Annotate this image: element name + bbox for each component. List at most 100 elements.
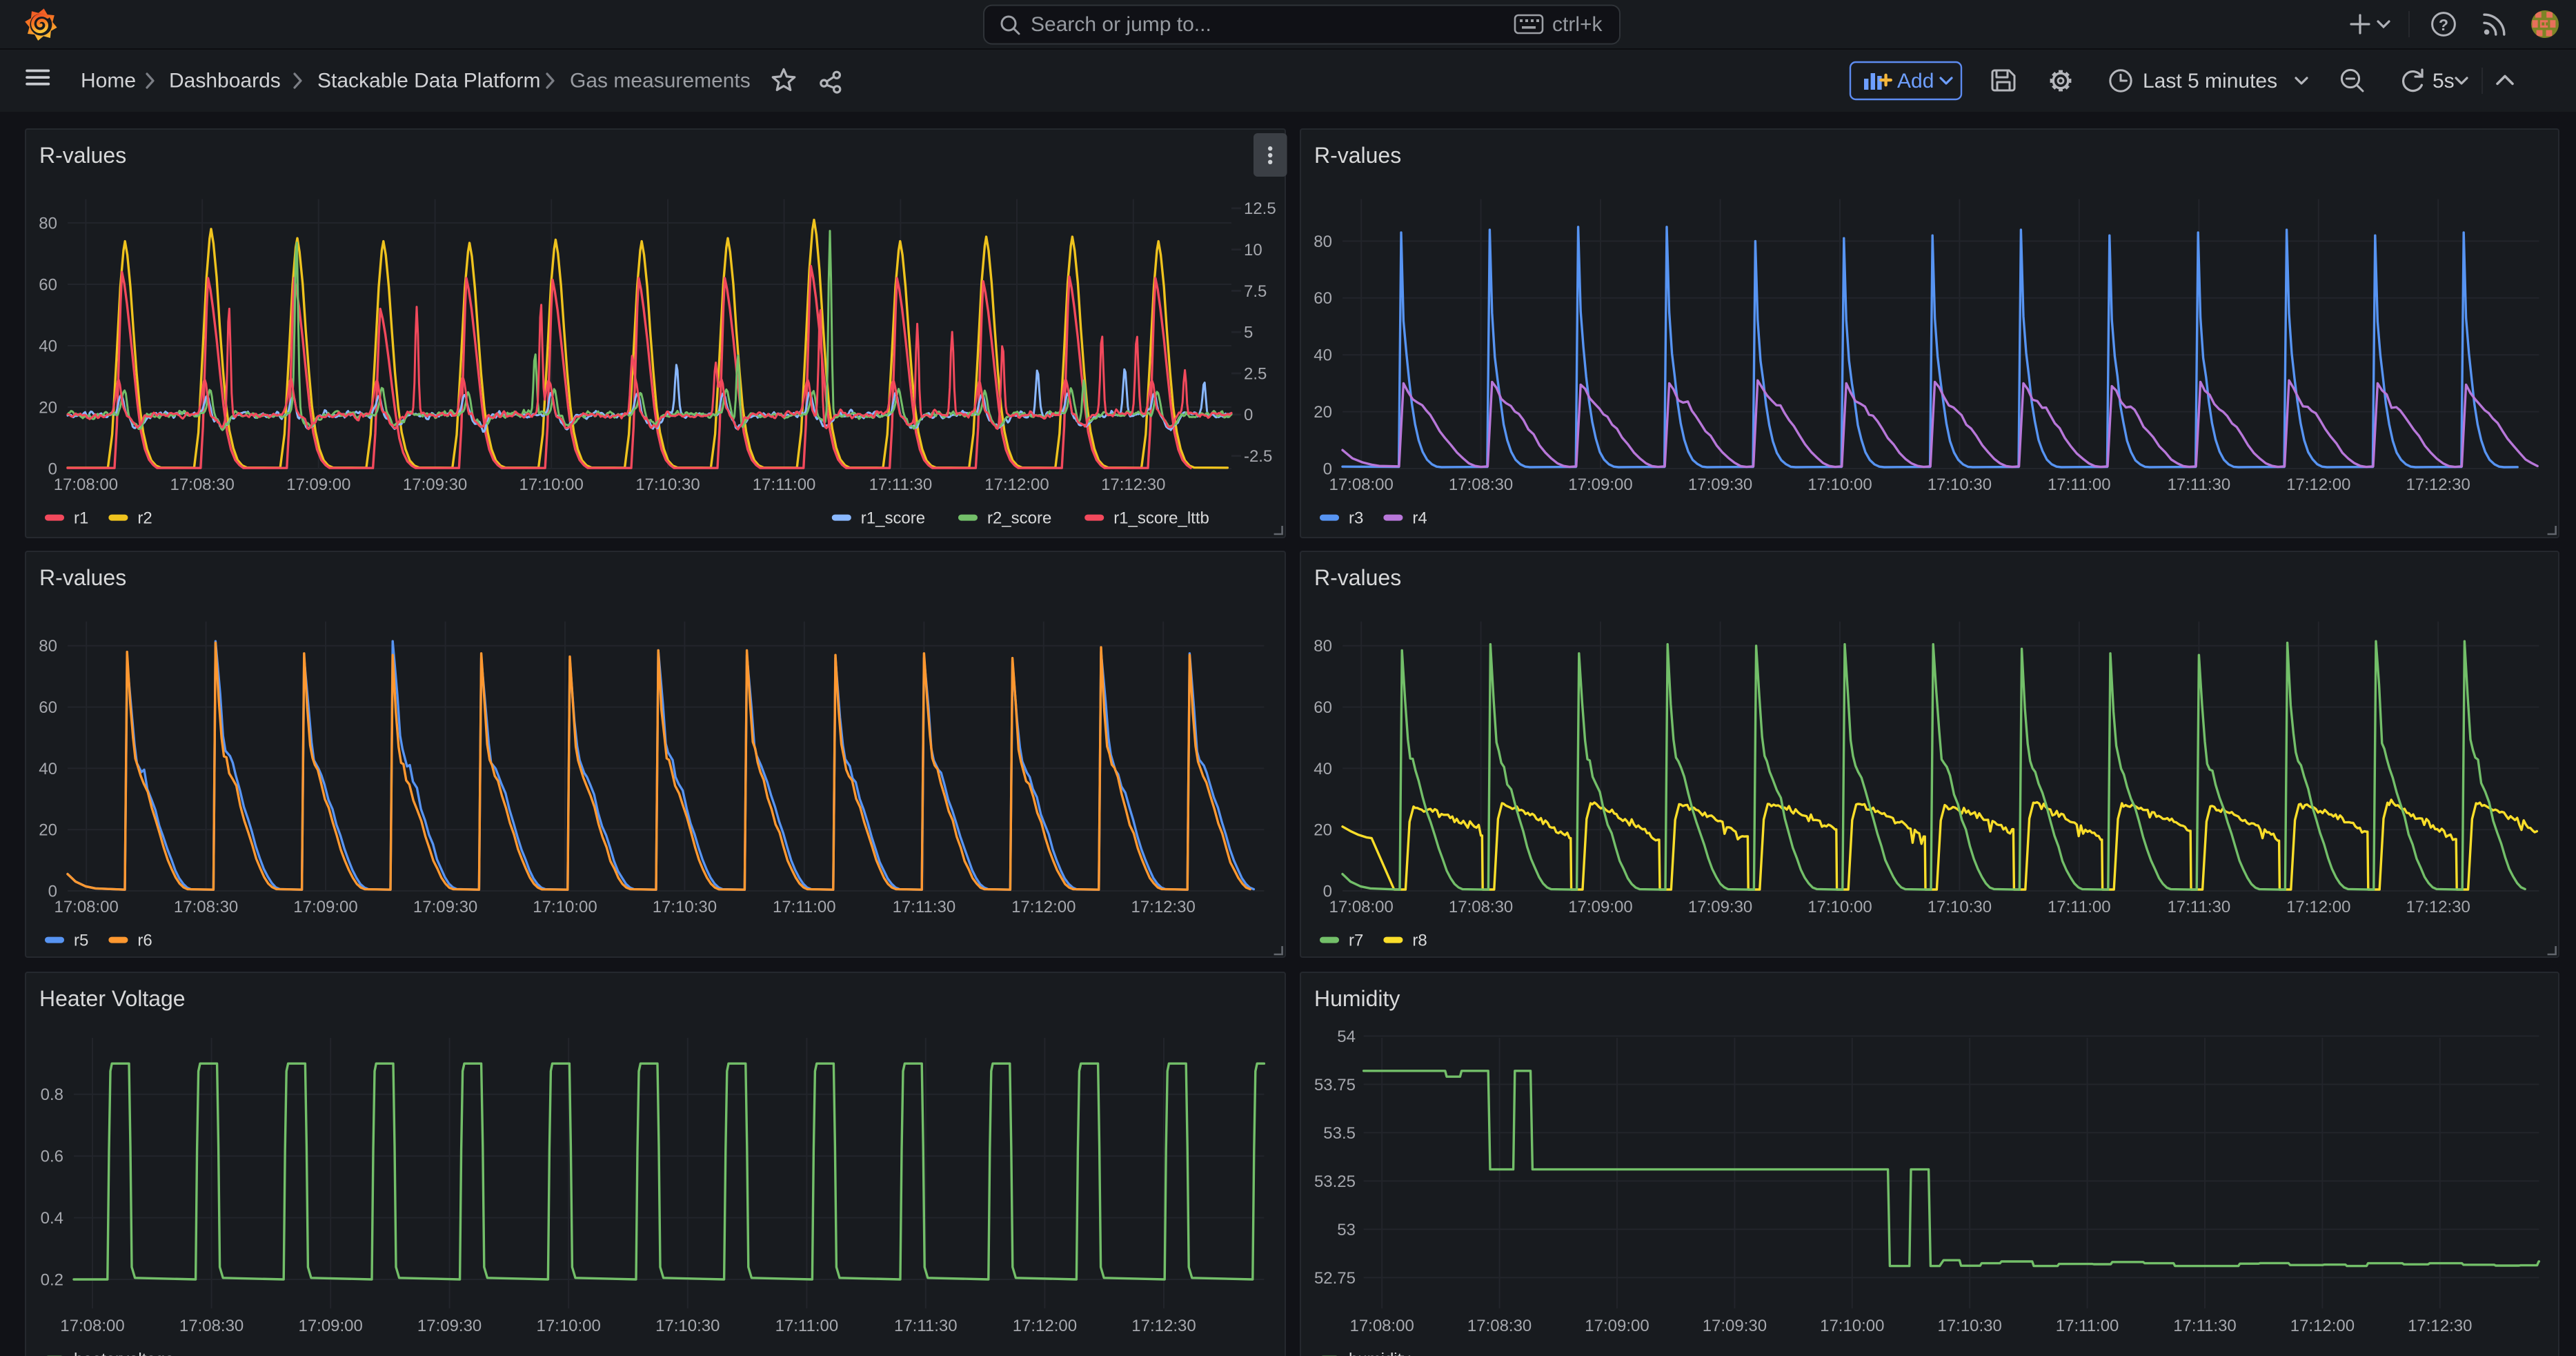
svg-text:54: 54 <box>1336 1028 1355 1046</box>
svg-text:17:09:00: 17:09:00 <box>286 475 350 494</box>
svg-text:17:11:00: 17:11:00 <box>2047 475 2110 494</box>
svg-text:40: 40 <box>1313 346 1331 365</box>
svg-text:53.75: 53.75 <box>1314 1076 1355 1094</box>
svg-text:17:11:00: 17:11:00 <box>772 897 835 916</box>
svg-text:17:11:00: 17:11:00 <box>2055 1317 2119 1335</box>
svg-text:17:11:30: 17:11:30 <box>2167 475 2230 494</box>
svg-text:17:09:00: 17:09:00 <box>293 897 357 916</box>
svg-text:17:10:30: 17:10:30 <box>655 1317 719 1335</box>
svg-text:-2.5: -2.5 <box>1243 447 1271 466</box>
svg-text:humidity: humidity <box>1348 1350 1409 1356</box>
svg-text:17:11:30: 17:11:30 <box>893 1317 957 1335</box>
svg-text:80: 80 <box>1313 636 1331 655</box>
svg-text:40: 40 <box>1313 759 1331 778</box>
svg-text:r8: r8 <box>1411 931 1426 950</box>
svg-text:17:11:00: 17:11:00 <box>752 475 815 494</box>
svg-text:60: 60 <box>1313 698 1331 716</box>
svg-text:17:09:30: 17:09:30 <box>402 475 466 494</box>
svg-text:r3: r3 <box>1348 509 1363 528</box>
svg-text:17:12:30: 17:12:30 <box>2407 1317 2471 1335</box>
svg-text:7.5: 7.5 <box>1243 282 1266 301</box>
svg-text:r2: r2 <box>137 509 151 528</box>
svg-text:17:08:00: 17:08:00 <box>53 475 117 494</box>
svg-text:Humidity: Humidity <box>1314 986 1399 1011</box>
svg-text:17:11:30: 17:11:30 <box>869 475 932 494</box>
svg-text:17:09:30: 17:09:30 <box>1702 1317 1766 1335</box>
svg-text:20: 20 <box>38 821 57 839</box>
svg-text:10: 10 <box>1243 241 1262 259</box>
svg-text:40: 40 <box>38 759 57 778</box>
svg-text:17:09:00: 17:09:00 <box>1567 897 1632 916</box>
svg-text:17:12:30: 17:12:30 <box>1131 1317 1195 1335</box>
svg-text:17:09:30: 17:09:30 <box>1687 897 1752 916</box>
svg-text:60: 60 <box>38 275 57 294</box>
svg-text:17:09:00: 17:09:00 <box>1584 1317 1648 1335</box>
svg-text:40: 40 <box>38 337 57 355</box>
svg-text:17:12:00: 17:12:00 <box>2286 897 2350 916</box>
svg-text:17:09:30: 17:09:30 <box>1687 475 1752 494</box>
svg-text:17:12:00: 17:12:00 <box>1011 897 1075 916</box>
svg-text:17:08:00: 17:08:00 <box>1349 1317 1414 1335</box>
svg-text:Heater Voltage: Heater Voltage <box>39 986 185 1011</box>
svg-text:17:09:30: 17:09:30 <box>417 1317 481 1335</box>
svg-text:80: 80 <box>38 214 57 233</box>
svg-text:17:11:30: 17:11:30 <box>2167 897 2230 916</box>
svg-text:17:09:00: 17:09:00 <box>298 1317 362 1335</box>
svg-text:r1: r1 <box>73 509 88 528</box>
svg-text:60: 60 <box>1313 289 1331 308</box>
svg-text:R-values: R-values <box>39 143 126 168</box>
svg-text:17:08:30: 17:08:30 <box>1448 475 1512 494</box>
svg-text:2.5: 2.5 <box>1243 364 1266 383</box>
svg-text:17:12:00: 17:12:00 <box>1012 1317 1076 1335</box>
svg-text:17:12:30: 17:12:30 <box>1100 475 1165 494</box>
svg-text:80: 80 <box>38 636 57 655</box>
svg-text:20: 20 <box>38 398 57 417</box>
svg-text:0: 0 <box>1243 406 1252 424</box>
svg-text:17:10:00: 17:10:00 <box>536 1317 600 1335</box>
svg-text:53.5: 53.5 <box>1322 1124 1355 1143</box>
svg-text:r1_score_lttb: r1_score_lttb <box>1113 509 1209 528</box>
svg-text:17:10:30: 17:10:30 <box>635 475 699 494</box>
svg-text:17:11:00: 17:11:00 <box>775 1317 838 1335</box>
svg-text:17:12:00: 17:12:00 <box>984 475 1048 494</box>
svg-text:0.8: 0.8 <box>40 1085 63 1104</box>
svg-text:17:11:30: 17:11:30 <box>2172 1317 2236 1335</box>
svg-text:0.2: 0.2 <box>40 1270 63 1289</box>
svg-text:r2_score: r2_score <box>987 509 1051 528</box>
svg-text:17:12:30: 17:12:30 <box>2406 897 2470 916</box>
svg-text:17:10:30: 17:10:30 <box>1927 897 1991 916</box>
svg-text:R-values: R-values <box>1314 143 1400 168</box>
svg-text:53: 53 <box>1336 1221 1355 1239</box>
svg-text:17:10:00: 17:10:00 <box>532 897 596 916</box>
svg-text:R-values: R-values <box>39 564 126 589</box>
svg-text:17:12:30: 17:12:30 <box>2406 475 2470 494</box>
svg-text:17:08:30: 17:08:30 <box>1448 897 1512 916</box>
svg-text:17:11:00: 17:11:00 <box>2047 897 2110 916</box>
svg-text:17:08:00: 17:08:00 <box>59 1317 123 1335</box>
svg-text:heatervoltage: heatervoltage <box>73 1350 173 1356</box>
svg-text:r7: r7 <box>1348 931 1363 950</box>
svg-text:r4: r4 <box>1411 509 1426 528</box>
svg-text:17:09:30: 17:09:30 <box>413 897 477 916</box>
svg-text:17:09:00: 17:09:00 <box>1567 475 1632 494</box>
svg-text:12.5: 12.5 <box>1243 199 1276 218</box>
svg-text:0.4: 0.4 <box>40 1209 63 1228</box>
svg-text:17:10:00: 17:10:00 <box>519 475 583 494</box>
svg-text:17:08:30: 17:08:30 <box>179 1317 243 1335</box>
svg-text:17:08:30: 17:08:30 <box>173 897 237 916</box>
svg-text:17:12:30: 17:12:30 <box>1131 897 1195 916</box>
svg-text:17:11:30: 17:11:30 <box>892 897 955 916</box>
svg-text:17:10:30: 17:10:30 <box>1927 475 1991 494</box>
svg-text:17:10:00: 17:10:00 <box>1819 1317 1883 1335</box>
svg-text:80: 80 <box>1313 233 1331 251</box>
svg-text:0.6: 0.6 <box>40 1148 63 1166</box>
svg-text:5: 5 <box>1243 324 1252 342</box>
svg-text:17:08:00: 17:08:00 <box>1329 897 1393 916</box>
svg-text:r6: r6 <box>137 931 151 950</box>
svg-text:17:10:30: 17:10:30 <box>1937 1317 2001 1335</box>
svg-text:17:08:00: 17:08:00 <box>54 897 118 916</box>
svg-text:r5: r5 <box>73 931 88 950</box>
svg-text:17:12:00: 17:12:00 <box>2290 1317 2354 1335</box>
svg-text:52.75: 52.75 <box>1314 1269 1355 1288</box>
svg-text:17:10:30: 17:10:30 <box>652 897 716 916</box>
